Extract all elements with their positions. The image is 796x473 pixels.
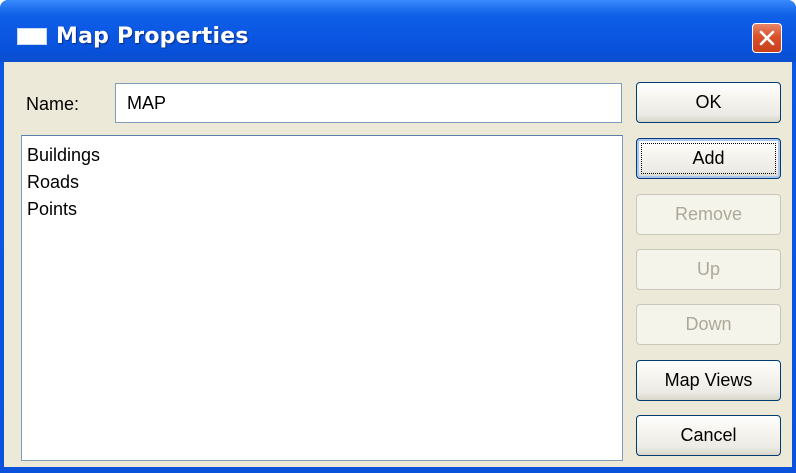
dialog-title: Map Properties	[56, 24, 249, 49]
dialog-body: Name: Buildings Roads Points OK Add Remo…	[4, 62, 792, 467]
map-views-button-label: Map Views	[664, 370, 753, 390]
close-icon	[759, 30, 775, 46]
add-button-label: Add	[692, 148, 725, 168]
name-input[interactable]	[115, 83, 622, 123]
remove-button-label: Remove	[674, 204, 743, 224]
cancel-button[interactable]: Cancel	[636, 415, 781, 456]
name-label: Name:	[26, 94, 80, 114]
list-item-buildings[interactable]: Buildings	[27, 142, 622, 169]
add-button[interactable]: Add	[636, 138, 781, 179]
close-button[interactable]	[752, 23, 782, 53]
up-button[interactable]: Up	[636, 249, 781, 290]
cancel-button-label: Cancel	[680, 425, 737, 445]
map-views-button[interactable]: Map Views	[636, 360, 781, 401]
down-button-label: Down	[685, 314, 732, 334]
map-properties-dialog: Map Properties Name: Buildings Roads Poi…	[0, 0, 796, 473]
list-item-roads[interactable]: Roads	[27, 169, 622, 196]
remove-button[interactable]: Remove	[636, 194, 781, 235]
layer-list[interactable]: Buildings Roads Points	[21, 135, 623, 461]
window-icon	[17, 28, 47, 45]
ok-button-label: OK	[695, 92, 722, 112]
down-button[interactable]: Down	[636, 304, 781, 345]
ok-button[interactable]: OK	[636, 82, 781, 123]
up-button-label: Up	[696, 259, 720, 279]
title-bar[interactable]: Map Properties	[0, 0, 796, 62]
list-item-points[interactable]: Points	[27, 196, 622, 223]
